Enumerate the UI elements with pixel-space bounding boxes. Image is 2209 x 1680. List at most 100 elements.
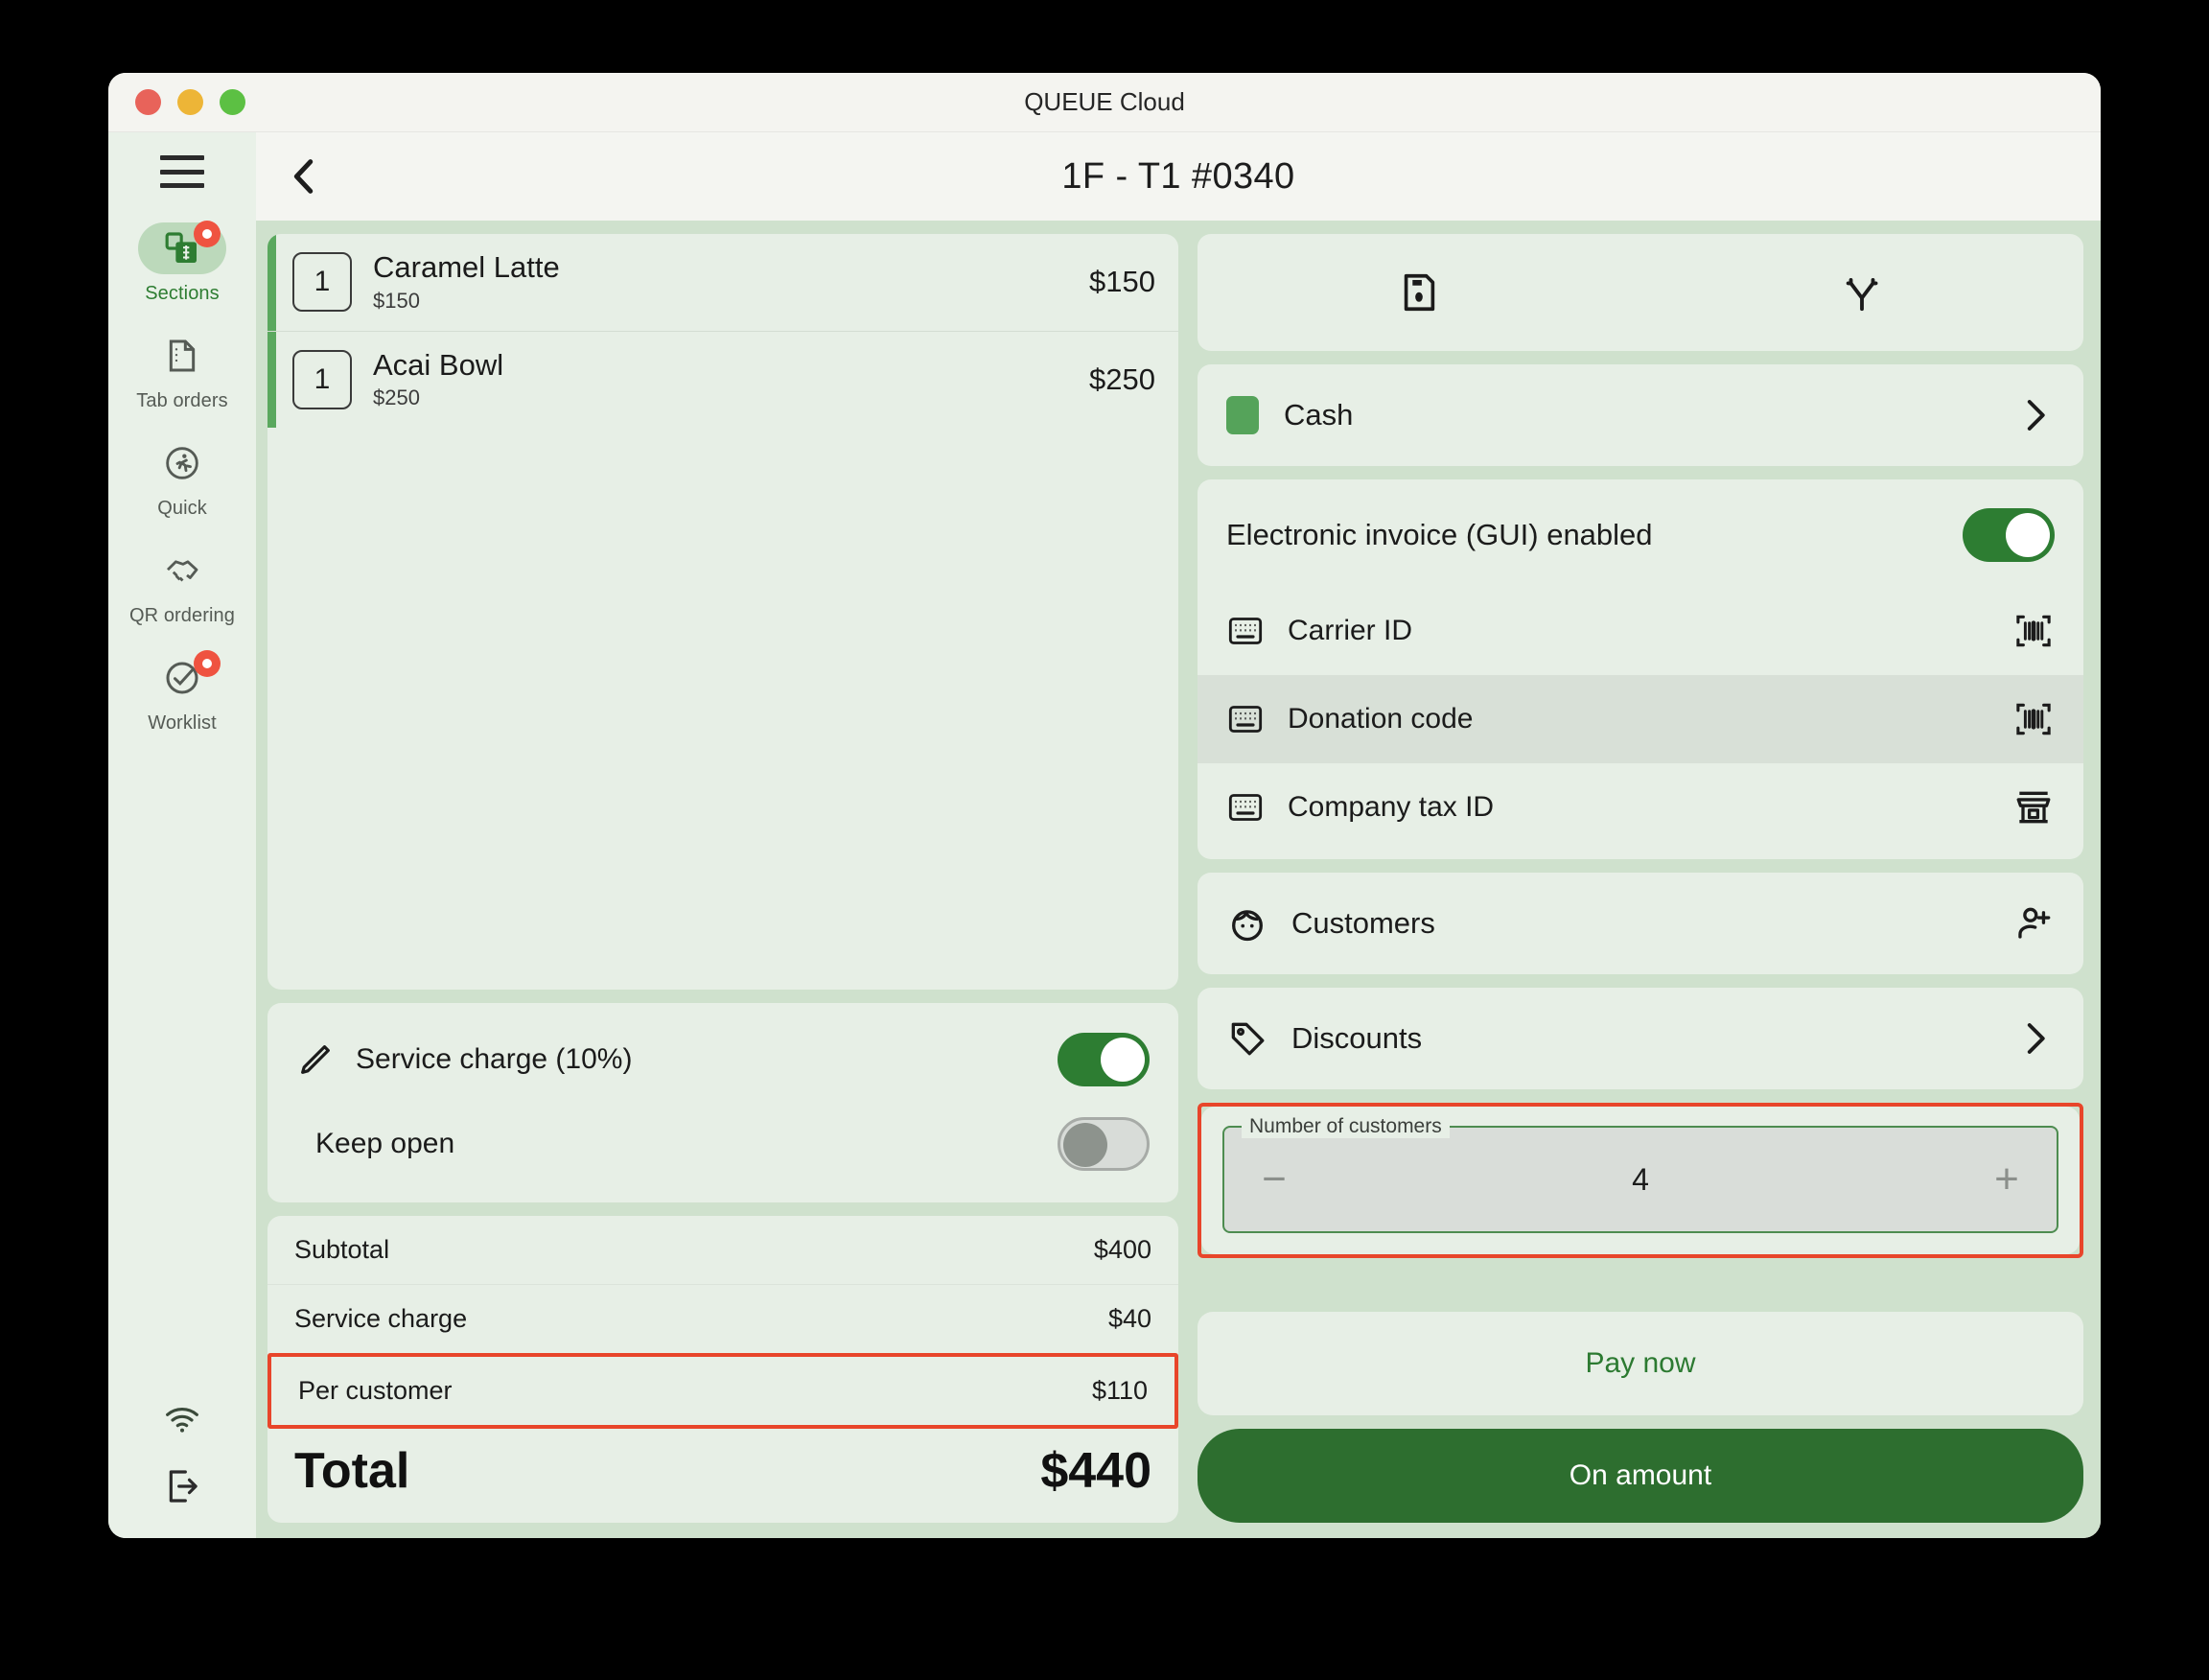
total-label: Subtotal <box>294 1235 390 1264</box>
notification-badge <box>194 221 221 247</box>
person-add-icon[interactable] <box>2014 903 2055 944</box>
item-quantity[interactable]: 1 <box>292 350 352 410</box>
sidebar-item-sections[interactable]: Sections <box>108 221 256 305</box>
customer-count-highlight: Number of customers − 4 + <box>1198 1103 2083 1258</box>
running-person-icon <box>138 437 226 489</box>
item-name: Acai Bowl <box>373 347 504 382</box>
item-unit-price: $250 <box>373 385 420 410</box>
decrement-button[interactable]: − <box>1245 1158 1303 1201</box>
item-accent-bar <box>267 234 276 331</box>
carrier-id-label: Carrier ID <box>1288 615 1413 646</box>
totals-card: Subtotal $400 Service charge $40 Per cus… <box>267 1216 1178 1523</box>
service-charge-label: Service charge (10%) <box>356 1043 633 1075</box>
chevron-right-icon[interactable] <box>2014 1018 2055 1059</box>
hamburger-icon[interactable] <box>160 155 204 188</box>
sidebar-item-label: QR ordering <box>128 605 236 626</box>
total-value: $110 <box>1091 1376 1148 1405</box>
item-line-total: $250 <box>1089 362 1155 397</box>
sidebar-item-label: Worklist <box>148 712 217 734</box>
total-value: $400 <box>1093 1235 1151 1264</box>
save-button[interactable] <box>1198 270 1640 315</box>
barcode-scan-icon[interactable] <box>2012 610 2055 652</box>
electronic-invoice-card: Electronic invoice (GUI) enabled Carrier… <box>1198 479 2083 859</box>
customer-count-legend: Number of customers <box>1242 1115 1450 1138</box>
keep-open-row[interactable]: Keep open <box>296 1112 1150 1176</box>
customers-label: Customers <box>1291 906 1435 940</box>
payment-method-row[interactable]: Cash <box>1198 364 2083 466</box>
keep-open-toggle[interactable] <box>1058 1117 1150 1171</box>
sidebar-item-quick[interactable]: Quick <box>108 437 256 520</box>
keyboard-icon <box>1228 706 1263 733</box>
carrier-id-row[interactable]: Carrier ID <box>1198 587 2083 675</box>
app-window: QUEUE Cloud Sections Tab orders Quick QR… <box>108 73 2101 1538</box>
service-charge-toggle[interactable] <box>1058 1033 1150 1086</box>
electronic-invoice-toggle[interactable] <box>1963 508 2055 562</box>
discounts-row[interactable]: Discounts <box>1198 988 2083 1089</box>
barcode-scan-icon[interactable] <box>2012 698 2055 740</box>
total-row-service-charge: Service charge $40 <box>267 1284 1178 1353</box>
document-icon <box>138 330 226 382</box>
on-amount-button[interactable]: On amount <box>1198 1429 2083 1523</box>
sidebar-item-tab-orders[interactable]: Tab orders <box>108 330 256 412</box>
customer-count-fieldset: Number of customers − 4 + <box>1222 1115 2058 1233</box>
electronic-invoice-title: Electronic invoice (GUI) enabled <box>1226 518 1653 551</box>
page-title: 1F - T1 #0340 <box>1061 155 1295 197</box>
order-item-row[interactable]: 1 Acai Bowl $250 $250 <box>267 330 1178 429</box>
order-item-row[interactable]: 1 Caramel Latte $150 $150 <box>267 234 1178 331</box>
left-column: 1 Caramel Latte $150 $150 1 Acai Bowl $2… <box>267 234 1178 1523</box>
donation-code-label: Donation code <box>1288 703 1474 735</box>
discounts-label: Discounts <box>1291 1021 1423 1055</box>
item-info: Acai Bowl $250 <box>373 347 1089 411</box>
payment-method-label: Cash <box>1284 398 1354 432</box>
item-line-total: $150 <box>1089 265 1155 299</box>
right-column: Cash Electronic invoice (GUI) enabled Ca… <box>1198 234 2083 1523</box>
content-columns: 1 Caramel Latte $150 $150 1 Acai Bowl $2… <box>256 221 2101 1538</box>
chevron-right-icon[interactable] <box>2014 395 2055 435</box>
right-column-spacer <box>1198 1272 2083 1298</box>
order-options-card: Service charge (10%) Keep open <box>267 1003 1178 1202</box>
item-accent-bar <box>267 331 276 429</box>
sidebar-item-qr-ordering[interactable]: QR ordering <box>108 545 256 627</box>
item-name: Caramel Latte <box>373 250 560 284</box>
window-body: Sections Tab orders Quick QR ordering Wo… <box>108 132 2101 1538</box>
customer-count-value[interactable]: 4 <box>1303 1162 1978 1198</box>
tag-icon <box>1226 1017 1268 1060</box>
company-tax-id-label: Company tax ID <box>1288 791 1495 823</box>
sidebar-item-worklist[interactable]: Worklist <box>108 650 256 735</box>
sidebar-item-label: Quick <box>157 498 207 519</box>
service-charge-row[interactable]: Service charge (10%) <box>296 1028 1150 1091</box>
main-area: 1F - T1 #0340 1 Caramel Latte $150 $150 … <box>256 132 2101 1538</box>
wifi-icon[interactable] <box>163 1400 201 1438</box>
title-bar: QUEUE Cloud <box>108 73 2101 132</box>
grand-total-value: $440 <box>1040 1443 1151 1499</box>
store-icon[interactable] <box>2012 786 2055 828</box>
sections-grid-icon <box>138 221 226 274</box>
order-top-bar: 1F - T1 #0340 <box>256 132 2101 221</box>
pay-now-button[interactable]: Pay now <box>1198 1312 2083 1415</box>
total-row-subtotal: Subtotal $400 <box>267 1216 1178 1284</box>
keyboard-icon <box>1228 794 1263 821</box>
split-button[interactable] <box>1640 270 2083 315</box>
item-info: Caramel Latte $150 <box>373 250 1089 314</box>
split-arrow-icon <box>1846 278 1878 312</box>
quick-actions-card <box>1198 234 2083 351</box>
logout-icon[interactable] <box>163 1467 201 1505</box>
donation-code-row[interactable]: Donation code <box>1198 675 2083 763</box>
face-icon <box>1226 902 1268 945</box>
total-label: Service charge <box>294 1304 468 1333</box>
customers-row[interactable]: Customers <box>1198 873 2083 974</box>
sidebar-item-label: Sections <box>145 283 220 304</box>
total-value: $40 <box>1107 1304 1151 1333</box>
notification-badge <box>194 650 221 677</box>
customer-count-card: Number of customers − 4 + <box>1201 1107 2080 1254</box>
company-tax-id-row[interactable]: Company tax ID <box>1198 763 2083 852</box>
window-title: QUEUE Cloud <box>1024 87 1185 116</box>
keyboard-icon <box>1228 618 1263 644</box>
total-label: Per customer <box>298 1376 453 1405</box>
pencil-icon[interactable] <box>296 1040 335 1079</box>
increment-button[interactable]: + <box>1978 1158 2035 1201</box>
item-quantity[interactable]: 1 <box>292 252 352 313</box>
grand-total-row: Total $440 <box>267 1429 1178 1523</box>
sidebar: Sections Tab orders Quick QR ordering Wo… <box>108 132 256 1538</box>
check-circle-icon <box>138 650 226 704</box>
